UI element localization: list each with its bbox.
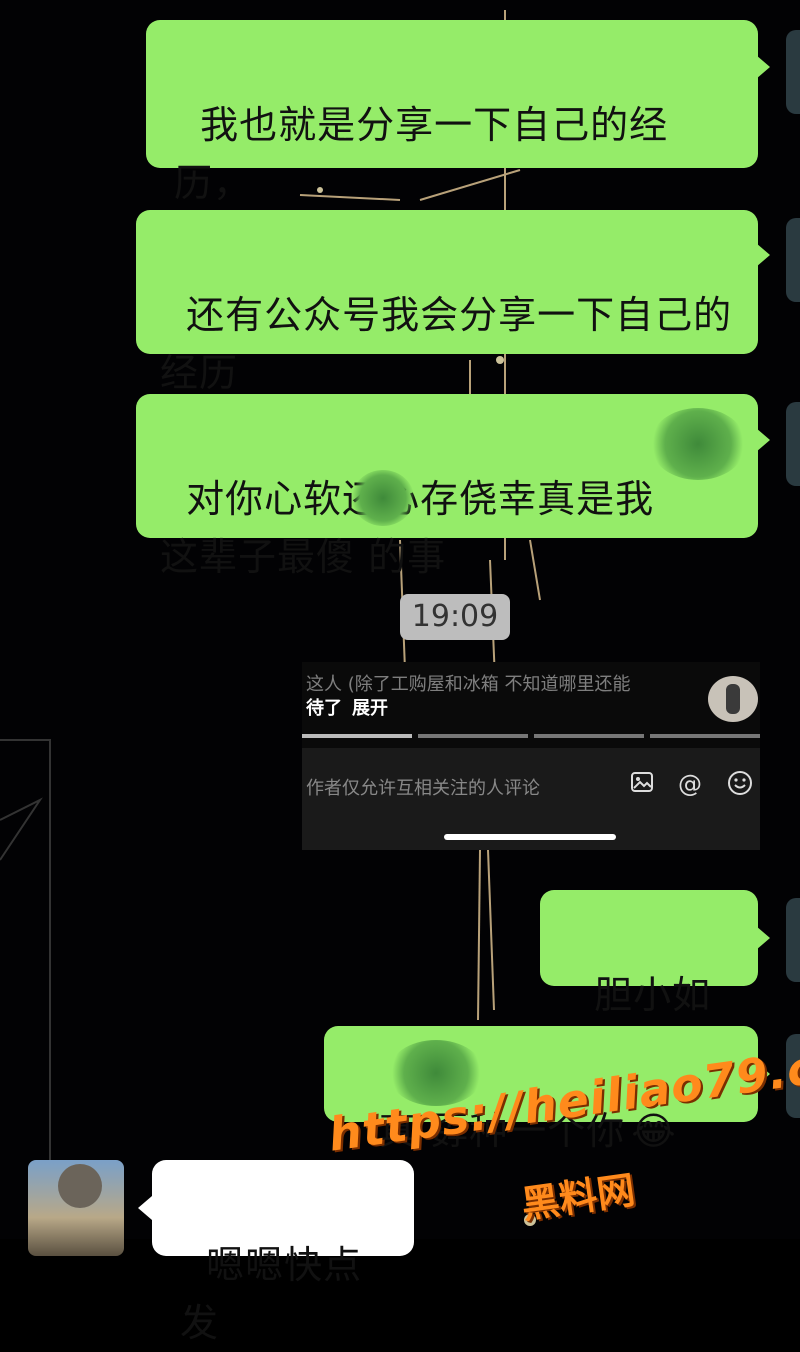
emoji-icon[interactable] bbox=[726, 770, 754, 798]
message-bubble[interactable]: 我也就是分享一下自己的经历， 让所有人看看清楚别被骗了 bbox=[146, 20, 758, 263]
bubble-tail bbox=[756, 55, 770, 79]
expand-link[interactable]: 展开 bbox=[352, 698, 388, 719]
image-icon[interactable] bbox=[628, 770, 656, 798]
comment-placeholder: 作者仅允许互相关注的人评论 bbox=[306, 778, 540, 799]
home-indicator bbox=[444, 834, 616, 840]
avatar[interactable] bbox=[28, 1160, 124, 1256]
at-icon[interactable]: @ bbox=[676, 770, 704, 798]
avatar[interactable] bbox=[786, 30, 800, 114]
avatar[interactable] bbox=[786, 898, 800, 982]
message-text: 嗯嗯快点发 bbox=[180, 1243, 363, 1345]
censor-blur bbox=[352, 470, 414, 526]
censor-blur bbox=[650, 408, 746, 480]
post-text-line: 待了 bbox=[306, 698, 342, 719]
avatar[interactable] bbox=[786, 218, 800, 302]
message-bubble[interactable]: 嗯嗯快点发 bbox=[152, 1160, 414, 1345]
bubble-tail bbox=[756, 243, 770, 267]
blurred-face bbox=[58, 1164, 102, 1208]
progress-segment bbox=[650, 734, 760, 738]
bubble-tail bbox=[756, 926, 770, 950]
message-bubble[interactable]: 还有公众号我会分享一下自己的 经历 bbox=[136, 210, 758, 395]
timestamp: 19:09 bbox=[400, 594, 510, 640]
message-bubble[interactable]: 胆小如鼠 bbox=[540, 890, 758, 1075]
truncated-text: 这人 (除了工购屋和冰箱 不知道哪里还能 bbox=[306, 674, 631, 695]
progress-segment bbox=[534, 734, 644, 738]
embedded-screenshot: 这人 (除了工购屋和冰箱 不知道哪里还能 待了 展开 作者仅允许互相关注的人评论 … bbox=[302, 662, 760, 850]
post-text: 待了 展开 bbox=[306, 694, 388, 720]
bubble-tail bbox=[138, 1196, 152, 1220]
comment-bar[interactable]: 作者仅允许互相关注的人评论 @ bbox=[302, 748, 760, 850]
avatar[interactable] bbox=[786, 402, 800, 486]
progress-segment bbox=[302, 734, 412, 738]
thumbnail-image[interactable] bbox=[708, 676, 758, 722]
progress-segment bbox=[418, 734, 528, 738]
bubble-tail bbox=[756, 428, 770, 452]
